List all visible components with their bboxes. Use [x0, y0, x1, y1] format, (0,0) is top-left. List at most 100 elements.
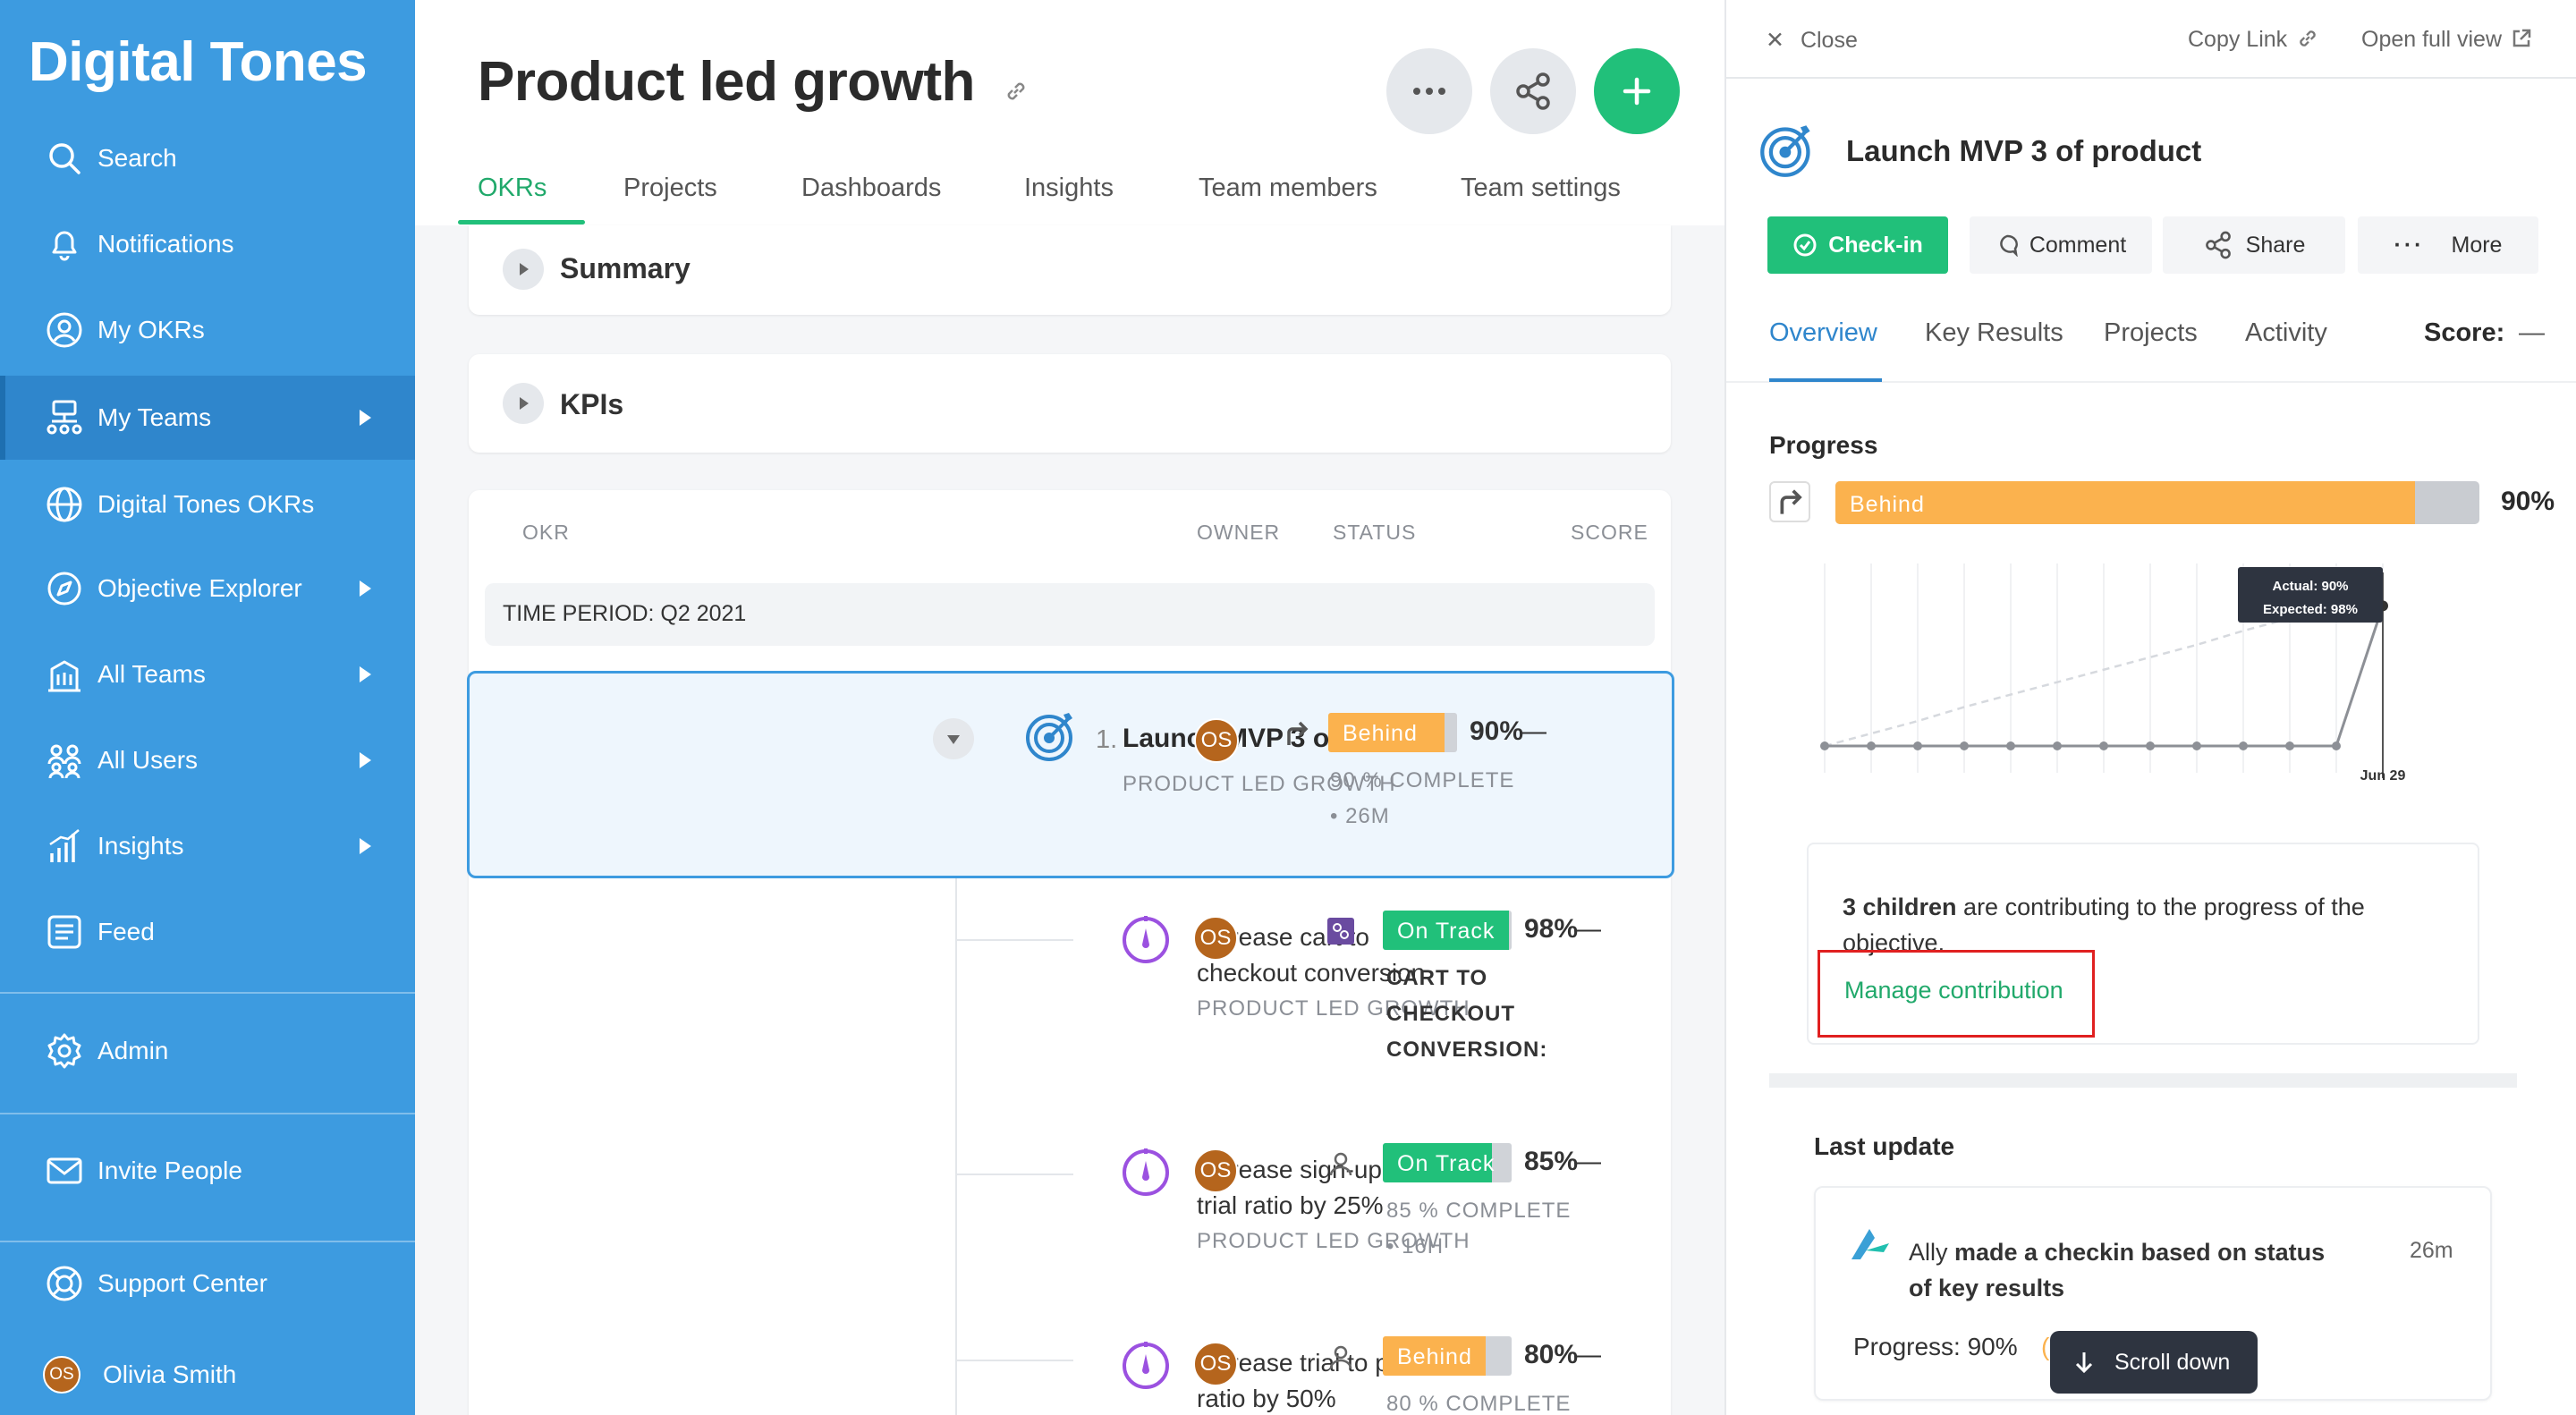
sidebar-item-my-teams[interactable]: My Teams [0, 376, 415, 460]
link-icon[interactable] [1004, 79, 1029, 104]
building-icon [45, 655, 84, 694]
tab-okrs[interactable]: OKRs [478, 174, 547, 203]
add-button[interactable] [1594, 48, 1680, 134]
tab-projects[interactable]: Projects [623, 174, 717, 203]
sidebar-item-insights[interactable]: Insights [0, 804, 415, 888]
sidebar-item-digital-tones-okrs[interactable]: Digital Tones OKRs [0, 462, 415, 547]
scroll-down-button[interactable]: Scroll down [2050, 1331, 2258, 1394]
sidebar-item-support-center[interactable]: Support Center [0, 1241, 415, 1326]
avatar: OS [43, 1356, 80, 1394]
actual-data-point [2239, 741, 2248, 750]
user-name: Olivia Smith [103, 1360, 237, 1388]
panel-tab-projects[interactable]: Projects [2104, 318, 2198, 348]
user-circle-icon [45, 310, 84, 350]
panel-tab-activity[interactable]: Activity [2245, 318, 2327, 348]
open-full-view-button[interactable]: Open full view [2361, 27, 2532, 53]
forward-arrow-icon [1282, 718, 1312, 749]
sidebar-item-label: All Users [97, 746, 199, 774]
summary-section[interactable]: Summary [469, 225, 1671, 315]
tooltip-actual: Actual: 90% [2272, 579, 2348, 594]
key-result-row[interactable]: Increase sign-up to trial ratio by 25% PR… [469, 1138, 1671, 1335]
comment-button[interactable]: Comment [1970, 216, 2152, 274]
section-title: Summary [560, 252, 691, 284]
owner-avatar[interactable]: OS [1193, 916, 1238, 961]
person-icon [1327, 1150, 1358, 1181]
compass-icon [45, 569, 84, 608]
last-updated: • 26M [1330, 804, 1390, 828]
sidebar-item-all-teams[interactable]: All Teams [0, 632, 415, 716]
kpis-section[interactable]: KPIs [469, 354, 1671, 453]
contribution-text: 3 children are contributing to the progr… [1843, 894, 2365, 956]
progress-percent: 98% [1524, 914, 1579, 944]
comment-icon [2000, 234, 2018, 257]
share-button[interactable]: Share [2163, 216, 2345, 274]
copy-link-button[interactable]: Copy Link [2188, 27, 2319, 53]
lifebuoy-icon [45, 1264, 84, 1303]
ellipsis-icon [1413, 88, 1445, 95]
sidebar-item-admin[interactable]: Admin [0, 1009, 415, 1093]
tab-insights[interactable]: Insights [1024, 174, 1114, 203]
section-title: KPIs [560, 388, 624, 420]
score-value: — [1574, 1340, 1601, 1369]
sidebar-item-feed[interactable]: Feed [0, 890, 415, 974]
sidebar-item-my-okrs[interactable]: My OKRs [0, 288, 415, 372]
sidebar-item-search[interactable]: Search [0, 116, 415, 200]
column-header-score: SCORE [1571, 521, 1648, 544]
close-button[interactable]: ✕ Close [1766, 27, 1858, 54]
key-result-row[interactable]: Increase cart to checkout conversion PROD… [469, 905, 1671, 1120]
objective-target-icon [1024, 709, 1078, 763]
expand-icon[interactable] [503, 249, 544, 290]
more-button[interactable]: ··· More [2358, 216, 2538, 274]
actual-data-point [1820, 741, 1829, 750]
sidebar-item-label: Search [97, 144, 177, 172]
expand-icon[interactable] [503, 383, 544, 424]
owner-avatar[interactable]: OS [1193, 1148, 1238, 1193]
objective-row[interactable]: 1. Launch MVP 3 of product PRODUCT LED G… [467, 671, 1674, 878]
main-content: Product led growth OKRs Projects Dashboa… [415, 0, 1724, 1415]
actual-data-point [2332, 741, 2341, 750]
objective-detail-panel: ✕ Close Copy Link Open full view Launch M… [1724, 0, 2576, 1415]
time-period-row: TIME PERIOD: Q2 2021 [485, 583, 1655, 646]
progress-percent: 85% [1524, 1147, 1579, 1176]
close-icon: ✕ [1766, 28, 1784, 53]
users-icon [45, 741, 84, 780]
tab-team-settings[interactable]: Team settings [1461, 174, 1621, 203]
manage-contribution-link[interactable]: Manage contribution [1844, 977, 2063, 1004]
share-button[interactable] [1490, 48, 1576, 134]
gear-icon [45, 1031, 84, 1071]
sidebar-item-invite-people[interactable]: Invite People [0, 1129, 415, 1213]
progress-heading: Progress [1769, 431, 1878, 459]
key-result-row[interactable]: Increase trial to paid ratio by 50% OS Be… [469, 1333, 1671, 1415]
tab-dashboards[interactable]: Dashboards [801, 174, 941, 203]
score-label: Score: [2424, 318, 2505, 347]
owner-avatar[interactable]: OS [1193, 1342, 1238, 1386]
status-badge: Behind [1383, 1336, 1512, 1376]
status-label: On Track [1397, 1151, 1496, 1176]
panel-tab-key-results[interactable]: Key Results [1925, 318, 2063, 348]
update-progress: Progress: 90% [1853, 1333, 2018, 1360]
sidebar-item-notifications[interactable]: Notifications [0, 202, 415, 286]
update-time: 26m [2410, 1238, 2453, 1263]
brand-logo[interactable]: Digital Tones [29, 30, 368, 94]
sidebar-user[interactable]: OS Olivia Smith [0, 1333, 415, 1415]
sidebar-item-all-users[interactable]: All Users [0, 718, 415, 802]
more-button[interactable] [1386, 48, 1472, 134]
owner-avatar[interactable]: OS [1194, 718, 1239, 763]
status-label: On Track [1397, 919, 1496, 944]
objective-progress-bar: Behind [1835, 481, 2479, 524]
progress-percent: 90% [2501, 487, 2555, 516]
column-header-okr: OKR [522, 521, 570, 544]
tab-team-members[interactable]: Team members [1199, 174, 1377, 203]
panel-tab-overview[interactable]: Overview [1769, 318, 1877, 348]
gauge-icon [1120, 1145, 1172, 1197]
collapse-icon[interactable] [933, 718, 974, 759]
share-icon [1516, 72, 1550, 110]
panel-toolbar: ✕ Close Copy Link Open full view [1726, 0, 2576, 79]
check-in-button[interactable]: Check-in [1767, 216, 1948, 274]
chevron-right-icon [360, 838, 371, 854]
progress-percent: 90% [1470, 716, 1524, 746]
sidebar-item-objective-explorer[interactable]: Objective Explorer [0, 547, 415, 631]
status-label: Behind [1397, 1344, 1472, 1369]
metric-label: CART TO [1386, 966, 1488, 990]
status-label: Behind [1343, 721, 1418, 746]
